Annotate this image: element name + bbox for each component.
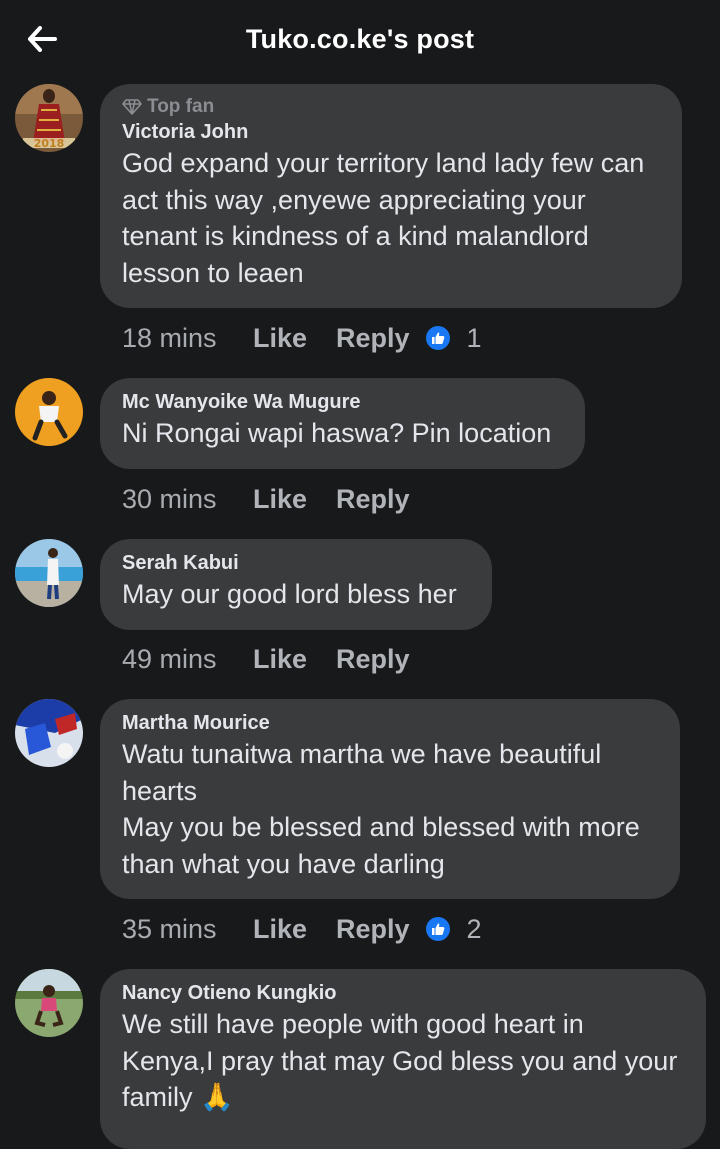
comment-actions: 35 mins Like Reply 2 [122, 911, 482, 947]
avatar[interactable] [15, 969, 83, 1037]
comment-time[interactable]: 35 mins [122, 914, 253, 945]
reaction-count[interactable]: 2 [425, 914, 482, 945]
reply-button[interactable]: Reply [336, 644, 410, 675]
reaction-count-number: 1 [466, 322, 482, 353]
svg-text:2018: 2018 [34, 137, 65, 150]
comment-text: God expand your territory land lady few … [122, 148, 645, 288]
reply-button[interactable]: Reply [336, 914, 410, 945]
comment-bubble: Nancy Otieno Kungkio We still have peopl… [100, 969, 706, 1149]
comment-actions: 49 mins Like Reply [122, 641, 425, 677]
avatar[interactable] [15, 539, 83, 607]
comment-bubble: Top fan Victoria John God expand your te… [100, 84, 682, 308]
comment-author[interactable]: Martha Mourice [122, 711, 658, 735]
badge-label: Top fan [147, 96, 215, 117]
avatar[interactable] [15, 378, 83, 446]
like-reaction-icon [425, 917, 450, 941]
top-bar: Tuko.co.ke's post [0, 0, 720, 84]
comment-actions: 18 mins Like Reply 1 [122, 320, 482, 356]
top-fan-badge: Top fan [122, 96, 660, 118]
reaction-count[interactable]: 1 [425, 323, 482, 354]
like-button[interactable]: Like [253, 644, 336, 675]
comment-time[interactable]: 49 mins [122, 644, 253, 675]
comment-author[interactable]: Mc Wanyoike Wa Mugure [122, 390, 563, 414]
reaction-count-number: 2 [466, 913, 482, 944]
avatar[interactable]: 2018 [15, 84, 83, 152]
comment-text: May our good lord bless her [122, 579, 457, 609]
comment-author[interactable]: Nancy Otieno Kungkio [122, 981, 684, 1005]
page-title: Tuko.co.ke's post [245, 24, 475, 54]
comment-text: Watu tunaitwa martha we have beautiful h… [122, 739, 640, 879]
like-button[interactable]: Like [253, 323, 336, 354]
comment-author[interactable]: Serah Kabui [122, 551, 470, 575]
like-reaction-icon [425, 326, 450, 350]
comment-time[interactable]: 18 mins [122, 323, 253, 354]
comment-text: Ni Rongai wapi haswa? Pin location [122, 418, 552, 448]
like-button[interactable]: Like [253, 914, 336, 945]
comment-text: We still have people with good heart in … [122, 1009, 678, 1112]
comment-author[interactable]: Victoria John [122, 120, 660, 144]
comment-actions: 30 mins Like Reply [122, 481, 425, 517]
comment-bubble: Serah Kabui May our good lord bless her [100, 539, 492, 630]
reply-button[interactable]: Reply [336, 323, 410, 354]
avatar[interactable] [15, 699, 83, 767]
diamond-icon [122, 99, 142, 115]
reply-button[interactable]: Reply [336, 484, 410, 515]
comment-bubble: Martha Mourice Watu tunaitwa martha we h… [100, 699, 680, 899]
like-button[interactable]: Like [253, 484, 336, 515]
comment-time[interactable]: 30 mins [122, 484, 253, 515]
comment-bubble: Mc Wanyoike Wa Mugure Ni Rongai wapi has… [100, 378, 585, 469]
